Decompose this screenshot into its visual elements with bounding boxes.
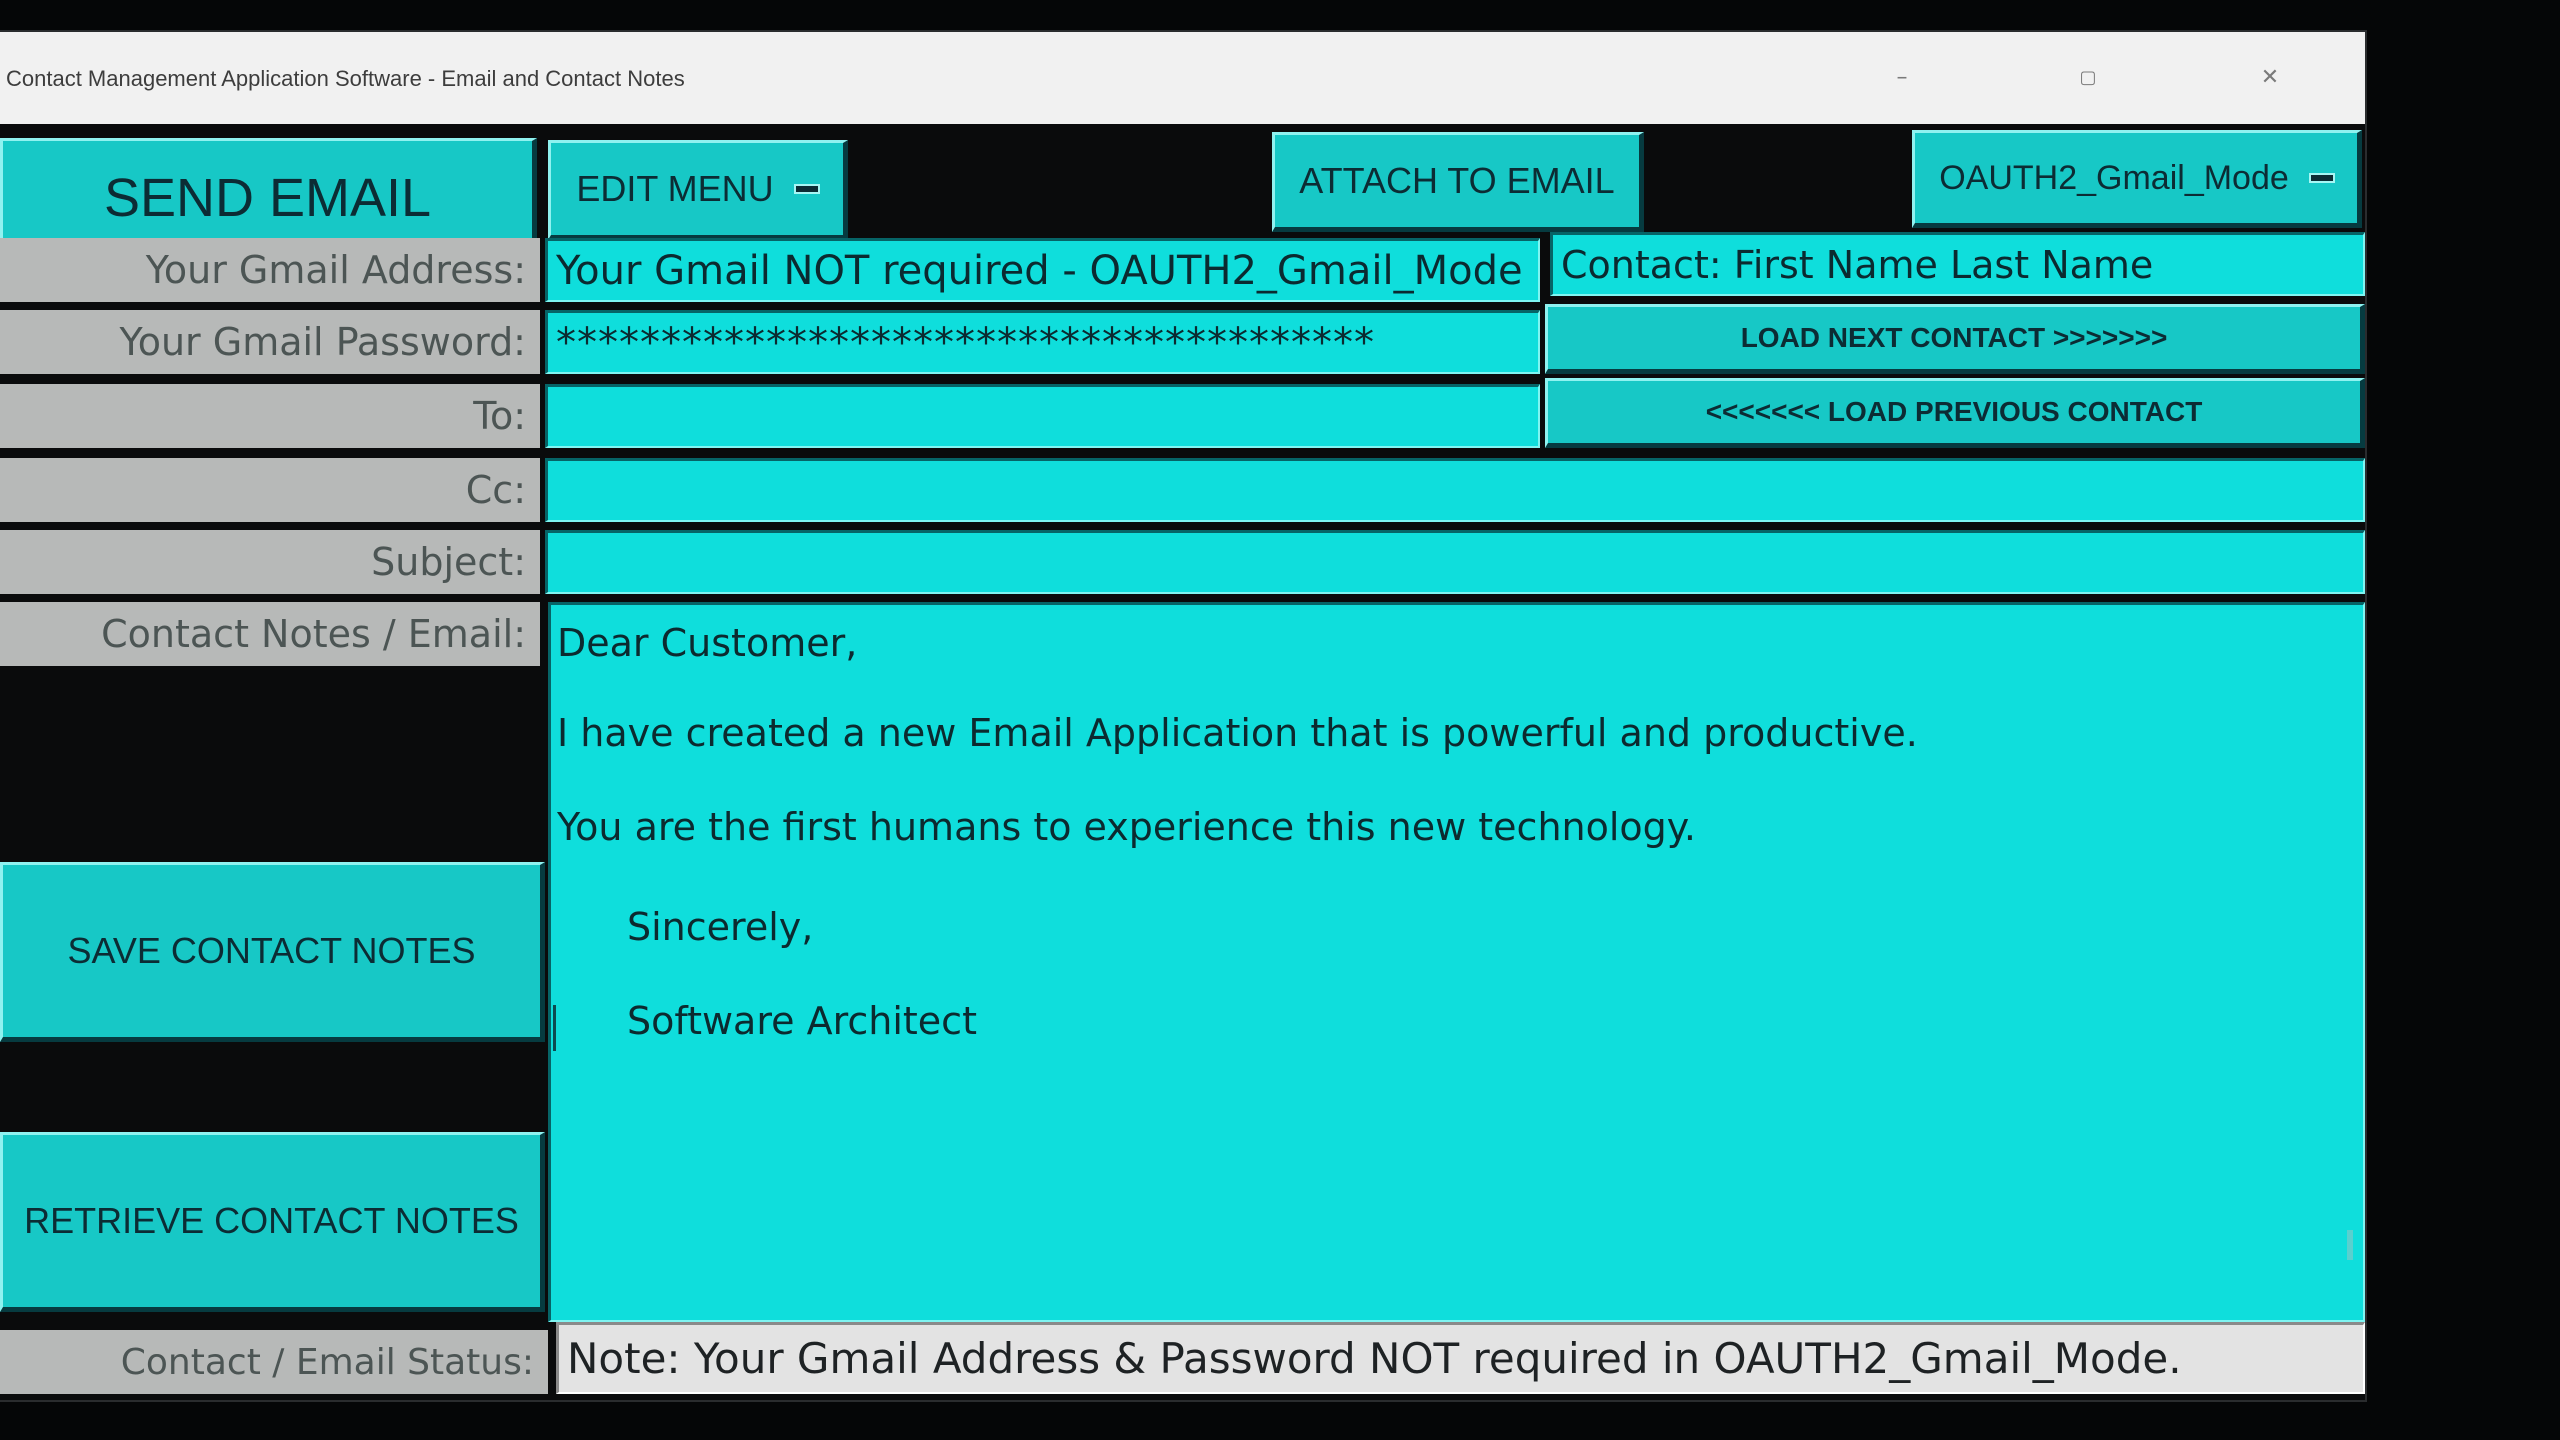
save-notes-label: SAVE CONTACT NOTES	[67, 930, 476, 971]
dropdown-arrow-icon	[795, 186, 818, 192]
load-next-label: LOAD NEXT CONTACT >>>>>>>	[1740, 322, 2168, 353]
window-title: Contact Management Application Software …	[6, 66, 685, 91]
status-label: Contact / Email Status:	[0, 1330, 548, 1394]
load-next-contact-button[interactable]: LOAD NEXT CONTACT >>>>>>>	[1545, 304, 2365, 374]
edit-menu-dropdown[interactable]: EDIT MENU	[548, 140, 848, 240]
gmail-address-label: Your Gmail Address:	[0, 238, 540, 302]
subject-label: Subject:	[0, 530, 540, 594]
notes-line: Software Architect	[627, 999, 977, 1043]
close-button[interactable]: ✕	[2240, 60, 2300, 96]
retrieve-contact-notes-button[interactable]: RETRIEVE CONTACT NOTES	[0, 1132, 545, 1312]
text-cursor	[553, 1005, 556, 1051]
status-field: Note: Your Gmail Address & Password NOT …	[556, 1322, 2365, 1394]
notes-line: You are the first humans to experience t…	[557, 805, 1696, 849]
mode-dropdown[interactable]: OAUTH2_Gmail_Mode	[1912, 130, 2362, 228]
attach-label: ATTACH TO EMAIL	[1299, 160, 1615, 201]
cc-label: Cc:	[0, 458, 540, 522]
to-label: To:	[0, 384, 540, 448]
mode-label: OAUTH2_Gmail_Mode	[1939, 158, 2289, 197]
cc-field[interactable]	[545, 458, 2365, 522]
restore-button[interactable]: ▢	[2058, 60, 2118, 96]
notes-label: Contact Notes / Email:	[0, 602, 540, 666]
notes-line: Sincerely,	[627, 905, 814, 949]
send-email-label: SEND EMAIL	[103, 168, 432, 228]
save-contact-notes-button[interactable]: SAVE CONTACT NOTES	[0, 862, 545, 1042]
gmail-password-field[interactable]: ***************************************	[545, 310, 1540, 374]
notes-line: Dear Customer,	[557, 621, 858, 665]
subject-field[interactable]	[545, 530, 2365, 594]
resize-grip-icon[interactable]	[2347, 1230, 2353, 1260]
gmail-address-field[interactable]: Your Gmail NOT required - OAUTH2_Gmail_M…	[545, 238, 1540, 302]
to-field[interactable]	[545, 384, 1540, 448]
load-previous-contact-button[interactable]: <<<<<<< LOAD PREVIOUS CONTACT	[1545, 378, 2365, 448]
app-window: Contact Management Application Software …	[0, 32, 2365, 1400]
title-bar: Contact Management Application Software …	[0, 32, 2365, 124]
attach-to-email-button[interactable]: ATTACH TO EMAIL	[1272, 132, 1644, 232]
notes-line: I have created a new Email Application t…	[557, 711, 1918, 755]
gmail-password-label: Your Gmail Password:	[0, 310, 540, 374]
edit-menu-label: EDIT MENU	[576, 168, 774, 209]
minimize-button[interactable]: –	[1872, 60, 1932, 96]
dropdown-arrow-icon	[2310, 175, 2333, 181]
contact-name-display: Contact: First Name Last Name	[1550, 232, 2365, 296]
load-previous-label: <<<<<<< LOAD PREVIOUS CONTACT	[1705, 396, 2203, 427]
notes-textarea[interactable]: Dear Customer, I have created a new Emai…	[548, 602, 2365, 1322]
retrieve-notes-label: RETRIEVE CONTACT NOTES	[24, 1200, 519, 1241]
